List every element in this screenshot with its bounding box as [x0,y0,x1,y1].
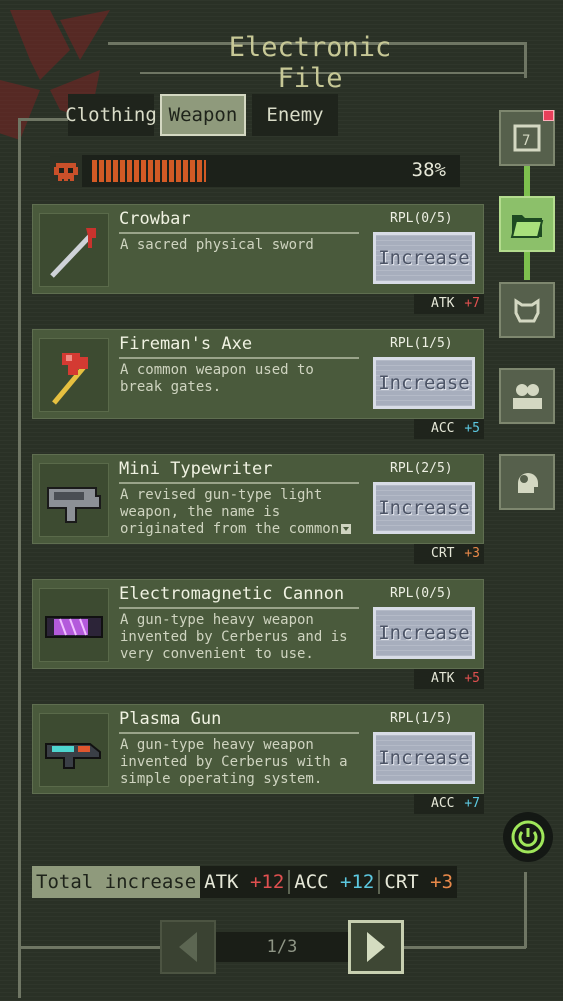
stat-bonus: +5 [464,421,480,436]
item-description: A common weapon used to break gates. [120,362,314,395]
expand-more-icon[interactable] [341,524,352,534]
stat-label: CRT [431,546,455,561]
item-name: Mini Typewriter [119,459,273,479]
item-description: A revised gun-type light weapon, the nam… [120,487,360,538]
total-atk-label: ATK [204,871,239,893]
power-button[interactable] [503,812,553,862]
previous-page-button[interactable] [160,920,216,974]
category-tabs: Clothing Weapon Enemy [65,94,338,136]
item-description-text: A revised gun-type light weapon, the nam… [120,487,340,537]
sidebar-item-folder[interactable] [499,196,555,252]
total-atk: ATK +12 [200,871,288,893]
arrow-left-icon [179,932,197,962]
notes-icon: 7 [513,124,541,152]
weapon-card: Fireman's Axe A common weapon used to br… [32,329,484,419]
increase-button[interactable]: Increase [373,482,475,534]
stat-bonus-tag: ATK +5 [414,669,484,689]
people-icon [513,384,542,409]
stat-bonus: +5 [464,671,480,686]
item-name: Crowbar [119,209,191,229]
increase-button[interactable]: Increase [373,607,475,659]
increase-button[interactable]: Increase [373,732,475,784]
rpl-counter: RPL(1/5) [390,336,453,351]
tab-enemy[interactable]: Enemy [252,94,338,136]
progress-track [92,160,392,182]
stat-bonus-tag: ACC +7 [414,794,484,814]
rpl-counter: RPL(2/5) [390,461,453,476]
total-acc-label: ACC [294,871,329,893]
window-title: Electronic File [228,32,392,94]
folder-icon [510,215,544,238]
total-crt-value: +3 [430,871,454,893]
next-page-button[interactable] [348,920,404,974]
rpl-counter: RPL(1/5) [390,711,453,726]
rpl-counter: RPL(0/5) [390,586,453,601]
tab-weapon[interactable]: Weapon [160,94,246,136]
total-acc: ACC +12 [290,871,378,893]
tab-clothing[interactable]: Clothing [65,94,157,136]
total-crt-label: CRT [384,871,419,893]
weapon-card: Crowbar A sacred physical sword RPL(0/5)… [32,204,484,294]
frame-left-line [18,118,21,998]
stat-label: ACC [431,421,455,436]
total-acc-value: +12 [340,871,375,893]
total-increase-label: Total increase [32,866,201,898]
sidebar-item-head-gear[interactable] [499,454,555,510]
frame-left-top [18,118,68,121]
weapon-card: Mini Typewriter A revised gun-type light… [32,454,484,544]
typewriter-gun-icon [39,463,109,537]
frame-right-lower [524,872,527,948]
item-name: Fireman's Axe [119,334,253,354]
dog-icon [514,298,540,323]
skull-icon [50,155,82,187]
name-underline [119,732,359,734]
arrow-right-icon [367,932,385,962]
stat-label: ACC [431,796,455,811]
increase-button[interactable]: Increase [373,232,475,284]
weapon-card: Electromagnetic Cannon A gun-type heavy … [32,579,484,669]
stat-bonus: +3 [464,546,480,561]
total-crt: CRT +3 [380,871,457,893]
name-underline [119,357,359,359]
stat-bonus-tag: ACC +5 [414,419,484,439]
item-name: Electromagnetic Cannon [119,584,345,604]
axe-icon [39,338,109,412]
cannon-icon [39,588,109,662]
sidebar-item-dog[interactable] [499,282,555,338]
item-description: A gun-type heavy weapon invented by Cerb… [120,612,348,662]
increase-button[interactable]: Increase [373,357,475,409]
stat-bonus-tag: CRT +3 [414,544,484,564]
name-underline [119,232,359,234]
weapon-card: Plasma Gun A gun-type heavy weapon inven… [32,704,484,794]
name-underline [119,607,359,609]
stat-label: ATK [431,296,455,311]
total-atk-value: +12 [249,871,285,893]
frame-bottom-line [18,946,160,949]
power-icon [511,820,545,854]
sidebar-item-people[interactable] [499,368,555,424]
plasma-gun-icon [39,713,109,787]
stat-bonus-tag: ATK +7 [414,294,484,314]
sidebar-rail-lower [524,252,530,280]
total-increase-bar: Total increase ATK +12 ACC +12 CRT +3 [32,866,458,898]
rpl-counter: RPL(0/5) [390,211,453,226]
stat-bonus: +7 [464,796,480,811]
progress-percent: 38% [411,159,446,181]
progress-fill [92,160,206,182]
page-indicator: 1/3 [216,932,348,962]
frame-bottom-right [404,946,526,949]
svg-text:7: 7 [522,133,530,149]
notification-dot [543,110,554,121]
crowbar-icon [39,213,109,287]
head-gear-icon [518,473,538,493]
collection-progress: 38% [50,155,460,187]
stat-label: ATK [431,671,455,686]
item-name: Plasma Gun [119,709,222,729]
stat-bonus: +7 [464,296,480,311]
item-description: A sacred physical sword [120,237,314,253]
item-description: A gun-type heavy weapon invented by Cerb… [120,737,348,787]
name-underline [119,482,359,484]
sidebar-rail-upper [524,166,530,198]
